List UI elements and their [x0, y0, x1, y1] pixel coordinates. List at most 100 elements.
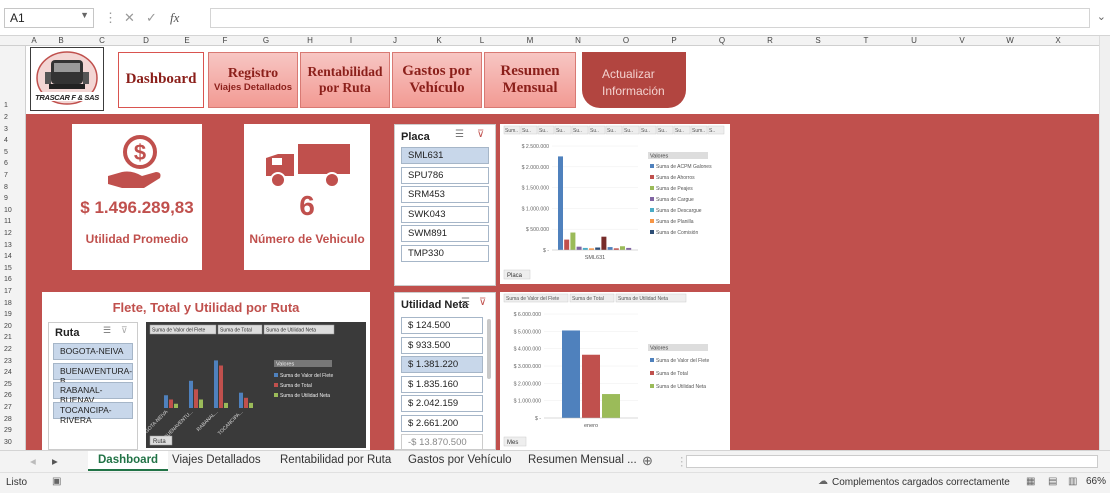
- normal-view-icon[interactable]: ▦: [1026, 476, 1035, 487]
- slicer-item[interactable]: -$ 13.870.500: [401, 434, 483, 449]
- column-label[interactable]: A: [26, 36, 42, 45]
- row-label[interactable]: 22: [4, 346, 12, 353]
- sheet-tab[interactable]: Dashboard: [88, 451, 169, 471]
- utilidad-slicer-scrollbar[interactable]: [487, 319, 491, 379]
- horizontal-scrollbar[interactable]: [686, 455, 1098, 468]
- column-label[interactable]: F: [206, 36, 244, 45]
- column-label[interactable]: S: [794, 36, 842, 45]
- ruta-clear-filter-icon[interactable]: ⊽: [121, 325, 128, 336]
- column-label[interactable]: U: [890, 36, 938, 45]
- nav-rentabilidad-button[interactable]: Rentabilidad por Ruta: [300, 52, 390, 108]
- slicer-item[interactable]: BOGOTA-NEIVA: [53, 343, 133, 360]
- column-label[interactable]: P: [650, 36, 698, 45]
- column-label[interactable]: J: [370, 36, 420, 45]
- row-label[interactable]: 26: [4, 392, 12, 399]
- zoom-level[interactable]: 66%: [1086, 476, 1106, 487]
- slicer-item[interactable]: $ 1.835.160: [401, 375, 483, 393]
- slicer-item[interactable]: $ 1.381.220: [401, 356, 483, 373]
- utilidad-multi-select-icon[interactable]: ☰: [461, 297, 470, 308]
- nav-gastos-button[interactable]: Gastos por Vehículo: [392, 52, 482, 108]
- expand-formula-icon[interactable]: ⌄: [1097, 10, 1106, 23]
- nav-registro-button[interactable]: Registro Viajes Detallados: [208, 52, 298, 108]
- row-label[interactable]: 7: [4, 172, 8, 179]
- column-label[interactable]: Q: [698, 36, 746, 45]
- column-label[interactable]: C: [80, 36, 124, 45]
- row-label[interactable]: 1: [4, 102, 8, 109]
- row-label[interactable]: 18: [4, 300, 12, 307]
- column-label[interactable]: T: [842, 36, 890, 45]
- row-label[interactable]: 28: [4, 416, 12, 423]
- row-label[interactable]: 2: [4, 114, 8, 121]
- nav-resumen-button[interactable]: Resumen Mensual: [484, 52, 576, 108]
- sheet-tab[interactable]: Viajes Detallados: [172, 454, 261, 466]
- insert-function-icon[interactable]: fx: [170, 10, 179, 26]
- slicer-item[interactable]: BUENAVENTURA-B...: [53, 362, 133, 386]
- column-label[interactable]: K: [420, 36, 458, 45]
- column-label[interactable]: O: [602, 36, 650, 45]
- column-label[interactable]: R: [746, 36, 794, 45]
- column-label[interactable]: L: [458, 36, 506, 45]
- ruta-multi-select-icon[interactable]: ☰: [103, 325, 111, 336]
- row-label[interactable]: 19: [4, 311, 12, 318]
- row-label[interactable]: 23: [4, 358, 12, 365]
- row-label[interactable]: 12: [4, 230, 12, 237]
- utilidad-clear-filter-icon[interactable]: ⊽: [479, 297, 486, 308]
- slicer-item[interactable]: TOCANCIPA-RIVERA: [53, 401, 133, 425]
- slicer-item[interactable]: SWK043: [401, 205, 489, 223]
- slicer-item[interactable]: SML631: [401, 147, 489, 164]
- sheet-tab[interactable]: Rentabilidad por Ruta: [280, 454, 391, 466]
- row-label[interactable]: 9: [4, 195, 8, 202]
- column-label[interactable]: E: [168, 36, 206, 45]
- row-label[interactable]: 15: [4, 265, 12, 272]
- row-label[interactable]: 25: [4, 381, 12, 388]
- row-label[interactable]: 3: [4, 126, 8, 133]
- slicer-item[interactable]: $ 124.500: [401, 317, 483, 334]
- row-label[interactable]: 5: [4, 149, 8, 156]
- row-label[interactable]: 29: [4, 427, 12, 434]
- vertical-scrollbar[interactable]: [1099, 36, 1110, 450]
- tab-scroll-right-icon[interactable]: ▸: [52, 454, 58, 468]
- column-label[interactable]: V: [938, 36, 986, 45]
- clear-filter-icon[interactable]: ⊽: [477, 129, 484, 140]
- formula-input[interactable]: [210, 8, 1090, 28]
- column-label[interactable]: D: [124, 36, 168, 45]
- confirm-icon[interactable]: ✓: [146, 10, 157, 26]
- row-label[interactable]: 27: [4, 404, 12, 411]
- macro-record-icon[interactable]: ▣: [52, 476, 61, 487]
- row-label[interactable]: 11: [4, 218, 11, 225]
- column-label[interactable]: W: [986, 36, 1034, 45]
- slicer-item[interactable]: SWM891: [401, 225, 489, 242]
- row-label[interactable]: 14: [4, 253, 12, 260]
- page-break-icon[interactable]: ▥: [1068, 476, 1077, 487]
- multi-select-icon[interactable]: ☰: [455, 129, 464, 140]
- slicer-item[interactable]: $ 2.661.200: [401, 414, 483, 432]
- add-sheet-icon[interactable]: ⊕: [642, 453, 653, 469]
- column-label[interactable]: H: [288, 36, 332, 45]
- row-label[interactable]: 17: [4, 288, 12, 295]
- slicer-item[interactable]: $ 933.500: [401, 336, 483, 354]
- slicer-item[interactable]: SPU786: [401, 166, 489, 184]
- row-label[interactable]: 24: [4, 369, 12, 376]
- sheet-tab[interactable]: Resumen Mensual ...: [528, 454, 637, 466]
- chevron-down-icon[interactable]: ▼: [80, 10, 89, 20]
- slicer-item[interactable]: SRM453: [401, 186, 489, 203]
- row-label[interactable]: 6: [4, 160, 8, 167]
- row-label[interactable]: 4: [4, 137, 8, 144]
- row-label[interactable]: 30: [4, 439, 12, 446]
- name-box[interactable]: A1 ▼: [4, 8, 94, 28]
- slicer-item[interactable]: $ 2.042.159: [401, 395, 483, 412]
- column-label[interactable]: M: [506, 36, 554, 45]
- slicer-item[interactable]: RABANAL-BUENAV...: [53, 382, 133, 405]
- row-label[interactable]: 8: [4, 184, 8, 191]
- row-label[interactable]: 13: [4, 242, 12, 249]
- nav-dashboard-button[interactable]: Dashboard: [118, 52, 204, 108]
- row-label[interactable]: 20: [4, 323, 12, 330]
- cancel-icon[interactable]: ✕: [124, 10, 135, 26]
- sheet-tab[interactable]: Gastos por Vehículo: [408, 454, 512, 466]
- column-label[interactable]: I: [332, 36, 370, 45]
- page-layout-icon[interactable]: ▤: [1048, 476, 1057, 487]
- row-label[interactable]: 16: [4, 276, 12, 283]
- column-label[interactable]: B: [42, 36, 80, 45]
- update-info-button[interactable]: Actualizar Información: [582, 52, 686, 108]
- row-label[interactable]: 10: [4, 207, 12, 214]
